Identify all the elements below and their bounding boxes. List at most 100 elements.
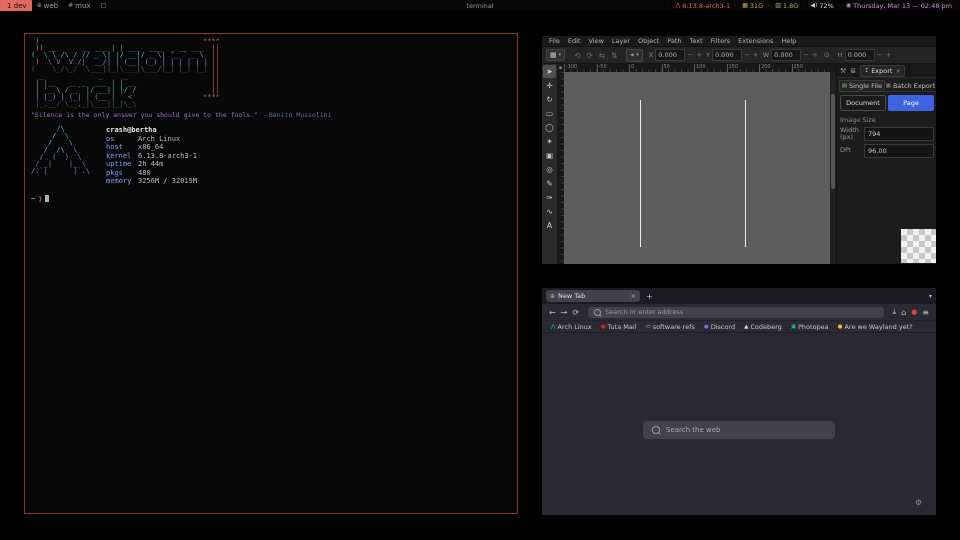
layers-dialog-icon[interactable]: ≣ xyxy=(850,67,856,75)
lock-guides-icon[interactable]: ▪ xyxy=(557,64,564,72)
cursor-block xyxy=(45,195,49,202)
bookmark-item[interactable]: ● Discord xyxy=(704,323,735,331)
scrollbar-thumb[interactable] xyxy=(831,94,835,189)
settings-gear-icon[interactable]: ⚙ xyxy=(915,498,922,507)
forward-icon[interactable]: → xyxy=(561,308,568,317)
home-icon[interactable]: ⌂ xyxy=(901,308,906,317)
menu-item[interactable]: Object xyxy=(634,37,663,45)
menu-item[interactable]: Help xyxy=(777,37,800,45)
shell-prompt[interactable]: ~❯ xyxy=(31,195,517,203)
bookmark-item[interactable]: ▣ Photopea xyxy=(791,323,829,331)
tool-button[interactable]: ◯ xyxy=(543,121,556,134)
lock-ratio-icon[interactable]: ⊙ xyxy=(824,51,830,59)
spin-decrement[interactable]: − xyxy=(686,51,694,59)
single-file-tab[interactable]: ▤ Single File xyxy=(839,80,885,92)
coordinate-spinbox[interactable]: W 0.000 − + xyxy=(763,49,819,61)
menu-item[interactable]: Layer xyxy=(608,37,634,45)
spin-decrement[interactable]: − xyxy=(743,51,751,59)
status-bar: 1 dev ⊕ web # mux □ terminal xyxy=(0,0,960,11)
bookmark-item[interactable]: ▲ Codeberg xyxy=(744,323,782,331)
tool-button[interactable]: ✛ xyxy=(543,79,556,92)
status-modules: ⋀ 6.13.8-arch3-1 ▦ 31G ▥ 1.8G ◀) 72% xyxy=(663,2,960,10)
tool-button[interactable]: ▣ xyxy=(543,149,556,162)
tool-button[interactable]: ◎ xyxy=(543,163,556,176)
spinbox-value[interactable]: 0.000 xyxy=(845,49,875,61)
tool-button[interactable]: ∿ xyxy=(543,205,556,218)
tool-button[interactable]: ↻ xyxy=(543,93,556,106)
tool-button[interactable]: ➤ xyxy=(543,65,556,78)
export-page-button[interactable]: Page xyxy=(888,95,934,111)
export-document-button[interactable]: Document xyxy=(840,95,886,111)
status-module-icon: ◉ xyxy=(846,2,851,9)
menu-item[interactable]: Text xyxy=(686,37,707,45)
status-module: ◉ Thursday, Mar 13 — 02:48 pm xyxy=(834,2,952,10)
bookmark-item[interactable]: ● Are we Wayland yet? xyxy=(838,323,913,331)
tool-button[interactable]: ✑ xyxy=(543,191,556,204)
terminal-window[interactable]: ) )) __ __ ___ | | ___ ___ _ __ ___ ( \ … xyxy=(24,33,518,514)
coordinate-spinbox-h[interactable]: H 0.000 − + xyxy=(838,49,893,61)
workspace-button[interactable]: □ xyxy=(96,0,114,11)
menu-item[interactable]: Filters xyxy=(707,37,734,45)
status-module: ◀) 72% xyxy=(798,2,834,10)
snap-dropdown[interactable]: ⌖ ▾ xyxy=(626,49,642,62)
tool-button[interactable]: A xyxy=(543,219,556,232)
bookmark-item[interactable]: ▭ software refs xyxy=(645,323,694,331)
fetch-label: os xyxy=(106,135,138,144)
fetch-row: osArch Linux xyxy=(106,135,197,144)
transform-icon[interactable]: ⇅ xyxy=(611,51,617,60)
tool-options-icon[interactable]: ⚒ xyxy=(840,67,846,75)
tool-button[interactable]: ▭ xyxy=(543,107,556,120)
new-tab-button[interactable]: + xyxy=(644,292,655,301)
reload-icon[interactable]: ⟳ xyxy=(572,308,579,317)
fetch-value: Arch Linux xyxy=(138,135,180,143)
spinbox-value[interactable]: 0.000 xyxy=(712,49,742,61)
menu-item[interactable]: Path xyxy=(663,37,685,45)
transform-icon[interactable]: ⇆ xyxy=(599,51,605,60)
tool-button[interactable]: ✎ xyxy=(543,177,556,190)
spin-decrement[interactable]: − xyxy=(802,51,810,59)
spin-decrement[interactable]: − xyxy=(876,51,884,59)
tool-button[interactable]: ✶ xyxy=(543,135,556,148)
web-search-box[interactable]: Search the web xyxy=(643,421,835,439)
browser-tab[interactable]: ⊕ New Tab × xyxy=(546,290,640,302)
spinbox-value[interactable]: 0.000 xyxy=(655,49,685,61)
menu-item[interactable]: File xyxy=(545,37,564,45)
coordinate-spinbox[interactable]: X 0.000 − + xyxy=(649,49,703,61)
ruler-label: 100 xyxy=(694,64,727,72)
back-icon[interactable]: ← xyxy=(549,308,556,317)
transform-icon[interactable]: ⟲ xyxy=(574,51,580,60)
workspace-icon: # xyxy=(68,2,73,9)
inkscape-canvas[interactable] xyxy=(564,72,830,264)
spin-increment[interactable]: + xyxy=(811,51,819,59)
extension-icon[interactable]: ● xyxy=(911,308,917,316)
dpi-input[interactable]: 96.00 xyxy=(864,144,934,158)
spinbox-value[interactable]: 0.000 xyxy=(771,49,801,61)
transform-icon[interactable]: ⟳ xyxy=(586,51,592,60)
menu-icon[interactable]: ≡ xyxy=(922,308,929,317)
menu-item[interactable]: View xyxy=(584,37,607,45)
close-dialog-icon[interactable]: × xyxy=(895,67,900,75)
spin-increment[interactable]: + xyxy=(695,51,703,59)
download-icon[interactable]: ⤓ xyxy=(893,307,897,317)
width-field: Width (px) 794 xyxy=(840,127,934,142)
menu-item[interactable]: Extensions xyxy=(734,37,777,45)
bookmark-label: Discord xyxy=(711,323,735,331)
spin-increment[interactable]: + xyxy=(752,51,760,59)
bookmark-item[interactable]: ⋀ Arch Linux xyxy=(551,323,592,331)
workspace-button[interactable]: # mux xyxy=(63,0,95,11)
selector-mode-dropdown[interactable]: ▦ ▾ xyxy=(546,49,565,61)
url-bar[interactable]: Search or enter address xyxy=(588,307,883,318)
workspace-button[interactable]: 1 dev xyxy=(0,0,32,11)
list-tabs-chevron-icon[interactable]: ▾ xyxy=(929,293,932,300)
export-dialog-tab[interactable]: ↥ Export × xyxy=(860,65,905,77)
bookmark-item[interactable]: ● Tuta Mail xyxy=(601,323,637,331)
batch-export-tab[interactable]: ▦ Batch Export xyxy=(886,80,935,92)
tab-close-icon[interactable]: × xyxy=(631,292,636,300)
coordinate-spinbox[interactable]: Y 0.000 − + xyxy=(706,49,760,61)
spin-increment[interactable]: + xyxy=(885,51,893,59)
width-input[interactable]: 794 xyxy=(864,127,934,141)
workspace-button[interactable]: ⊕ web xyxy=(32,0,64,11)
menu-item[interactable]: Edit xyxy=(564,37,585,45)
quote-line: "Silence is the only answer you should g… xyxy=(31,111,517,119)
status-module: ▦ 31G xyxy=(730,2,763,10)
